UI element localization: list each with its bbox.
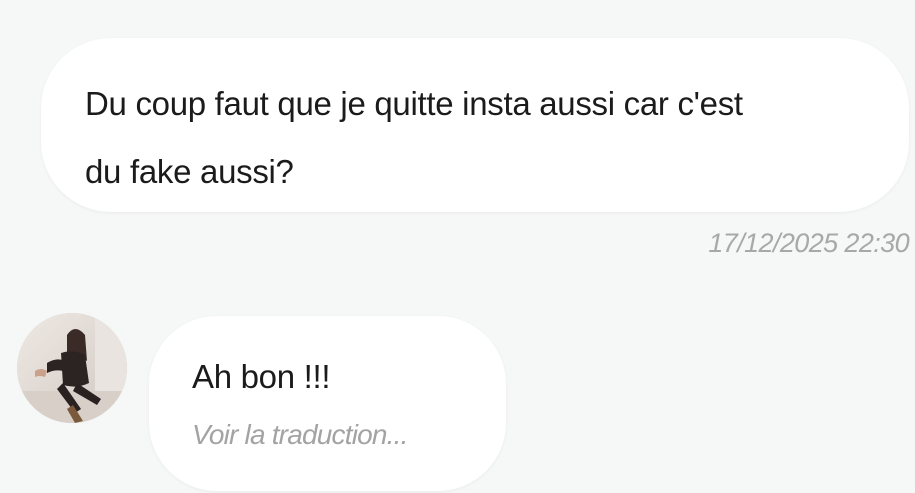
avatar-photo-icon: [17, 313, 127, 423]
incoming-message-text: Ah bon !!!: [192, 358, 331, 395]
chat-screen: Du coup faut que je quitte insta aussi c…: [0, 0, 915, 493]
outgoing-message-text: Du coup faut que je quitte insta aussi c…: [85, 85, 743, 190]
incoming-message-bubble[interactable]: Ah bon !!! Voir la traduction...: [149, 316, 506, 491]
see-translation-link[interactable]: Voir la traduction...: [192, 419, 408, 451]
message-timestamp: 17/12/2025 22:30: [708, 228, 909, 258]
contact-avatar[interactable]: [17, 313, 127, 423]
outgoing-message-bubble[interactable]: Du coup faut que je quitte insta aussi c…: [41, 38, 909, 212]
